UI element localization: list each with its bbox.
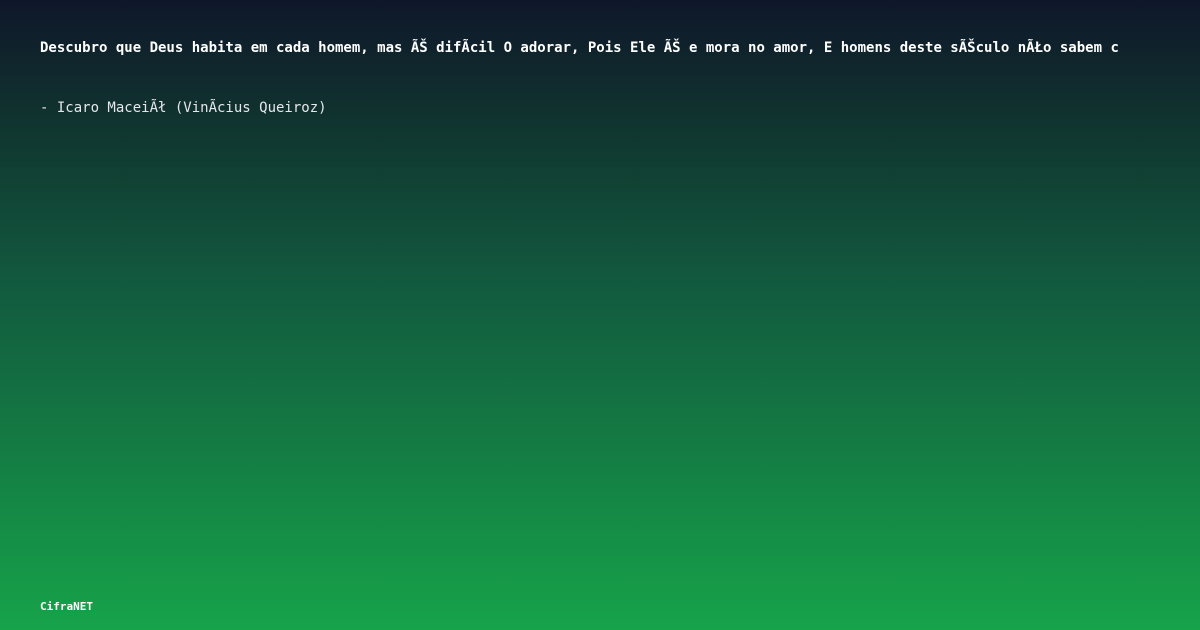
quote-text: Descubro que Deus habita em cada homem, … [40,40,1119,56]
brand-logo-text: CifraNET [40,600,93,613]
quote-author: - Icaro MaceiÃł (VinÃ­cius Queiroz) [40,100,327,116]
